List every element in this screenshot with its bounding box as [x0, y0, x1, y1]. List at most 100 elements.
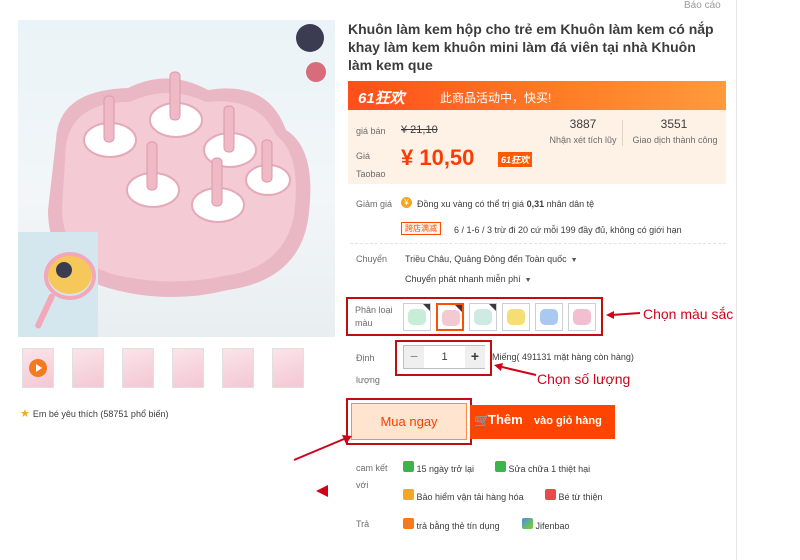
- transactions-count: 3551: [660, 117, 688, 131]
- payment-label: Trả: [356, 519, 370, 529]
- guarantee-item[interactable]: Bé từ thiện: [545, 489, 603, 502]
- color-option-pink[interactable]: [436, 303, 464, 331]
- corner-icon: [423, 304, 430, 311]
- color-option-light-pink[interactable]: [568, 303, 596, 331]
- color-option-blue[interactable]: [535, 303, 563, 331]
- arrow-annotation-icon: [293, 435, 352, 461]
- favorite-text: Em bé yêu thích (58751 phổ biến): [32, 409, 169, 419]
- payment-item[interactable]: trả bằng thẻ tín dụng: [403, 518, 500, 531]
- color-option-yellow[interactable]: [502, 303, 530, 331]
- insurance-icon: [403, 489, 414, 500]
- shipping-route-text: Triều Châu, Quảng Đông đến Toàn quốc: [405, 254, 567, 264]
- cart-label-1: Thêm: [488, 412, 523, 427]
- taobao-label-2: Taobao: [356, 169, 386, 179]
- payment-item-text: trả bằng thẻ tín dụng: [416, 521, 500, 531]
- quantity-label: Định: [356, 353, 375, 363]
- guarantee-item-text: Bảo hiểm vận tải hàng hóa: [416, 492, 524, 502]
- coin-icon: ¥: [401, 197, 412, 208]
- quantity-label-2: lượng: [356, 375, 380, 385]
- swatch-image: [442, 310, 460, 326]
- promo-banner: 61狂欢 此商品活动中，快买!: [348, 81, 726, 110]
- shop-discount-text: 6 / 1-6 / 3 trừ đi 20 cứ mỗi 199 đầy đủ,…: [454, 225, 682, 235]
- shipping-method-text: Chuyển phát nhanh miễn phí: [405, 274, 521, 284]
- repair-icon: [495, 461, 506, 472]
- sale-badge: 61狂欢: [498, 152, 533, 167]
- swatch-image: [507, 309, 525, 325]
- arrow-left-annotation-icon: [606, 311, 641, 319]
- color-label: Phân loại: [355, 305, 393, 315]
- swatch-image: [408, 309, 426, 325]
- stock-text: Miếng( 491131 mặt hàng còn hàng): [492, 352, 634, 362]
- thumbnail-item[interactable]: [172, 348, 204, 388]
- promo-message: 此商品活动中，快买!: [440, 91, 552, 105]
- guarantee-item-text: 15 ngày trở lại: [416, 464, 474, 474]
- triangle-left-icon: [316, 485, 328, 497]
- right-divider: [736, 0, 737, 560]
- guarantee-label: cam kết: [356, 463, 388, 473]
- return-icon: [403, 461, 414, 472]
- discount-label: Giảm giá: [356, 199, 393, 209]
- coin-text-1: Đồng xu vàng có thể trị giá: [417, 199, 527, 209]
- guarantee-item-text: Bé từ thiện: [558, 492, 603, 502]
- thumbnail-item[interactable]: [72, 348, 104, 388]
- coin-text: Đồng xu vàng có thể trị giá 0,31 nhân dâ…: [417, 199, 594, 209]
- quantity-input[interactable]: 1: [425, 346, 464, 368]
- play-icon: [29, 359, 47, 377]
- thumbnail-item[interactable]: [122, 348, 154, 388]
- thumbnail-item[interactable]: [222, 348, 254, 388]
- swatch-image: [474, 309, 492, 325]
- charity-icon: [545, 489, 556, 500]
- quantity-annotation: Chọn số lượng: [537, 371, 631, 387]
- swatch-image: [573, 309, 591, 325]
- divider: [350, 243, 726, 244]
- buy-now-button[interactable]: Mua ngay: [351, 403, 467, 440]
- transactions-label: Giao dịch thành công: [632, 135, 718, 145]
- product-title: Khuôn làm kem hộp cho trẻ em Khuôn làm k…: [348, 21, 714, 73]
- cart-label-2: vào giỏ hàng: [534, 415, 602, 427]
- star-icon: ★: [20, 408, 30, 420]
- coin-value: 0,31: [526, 199, 545, 209]
- shipping-label: Chuyển: [356, 254, 388, 264]
- report-link[interactable]: Báo cáo: [684, 0, 721, 11]
- favorite-row[interactable]: ★ Em bé yêu thích (58751 phổ biến): [20, 407, 168, 420]
- shipping-method[interactable]: Chuyển phát nhanh miễn phí ▼: [405, 274, 532, 284]
- swatch-image: [540, 309, 558, 325]
- taobao-label: Giá: [356, 151, 371, 161]
- jifenbao-icon: [522, 518, 533, 529]
- credit-card-icon: [403, 518, 414, 529]
- popsicle-icon: [18, 232, 98, 337]
- promo-tag: 61狂欢: [358, 90, 405, 107]
- coin-text-2: nhân dân tệ: [544, 199, 595, 209]
- price-label: giá bán: [356, 126, 386, 136]
- guarantee-item[interactable]: 15 ngày trở lại: [403, 461, 474, 474]
- color-label-2: màu: [355, 318, 373, 328]
- original-price: ¥ 21,10: [401, 124, 438, 136]
- arrow-left-annotation-icon: [494, 363, 537, 376]
- increment-button[interactable]: +: [465, 346, 485, 368]
- current-price: ¥ 10,50: [401, 145, 475, 170]
- decrement-button[interactable]: −: [404, 346, 424, 368]
- corner-icon: [455, 305, 462, 312]
- stats-divider: [622, 120, 623, 146]
- thumbnail-item[interactable]: [272, 348, 304, 388]
- color-option-green[interactable]: [403, 303, 431, 331]
- quantity-stepper: − 1 +: [403, 345, 485, 369]
- payment-item-text: Jifenbao: [535, 521, 570, 531]
- corner-icon: [489, 304, 496, 311]
- guarantee-label-2: với: [356, 480, 369, 490]
- add-to-cart-button[interactable]: 🛒 Thêm vào giỏ hàng: [470, 405, 615, 439]
- guarantee-item[interactable]: Bảo hiểm vận tải hàng hóa: [403, 489, 524, 502]
- cross-shop-tag: 跨店满减: [401, 222, 441, 235]
- reviews-label: Nhận xét tích lũy: [549, 135, 617, 145]
- thumbnail-video[interactable]: [22, 348, 54, 388]
- color-annotation: Chọn màu sắc: [643, 306, 734, 322]
- guarantee-item-text: Sửa chữa 1 thiệt hại: [508, 464, 591, 474]
- inset-popsicle-photo: [18, 232, 98, 337]
- chevron-down-icon: ▼: [524, 277, 532, 284]
- color-option-mint[interactable]: [469, 303, 497, 331]
- chevron-down-icon: ▼: [570, 257, 578, 264]
- shipping-route[interactable]: Triều Châu, Quảng Đông đến Toàn quốc ▼: [405, 254, 578, 264]
- reviews-count: 3887: [569, 117, 597, 131]
- guarantee-item[interactable]: Sửa chữa 1 thiệt hại: [495, 461, 590, 474]
- payment-item[interactable]: Jifenbao: [522, 518, 570, 531]
